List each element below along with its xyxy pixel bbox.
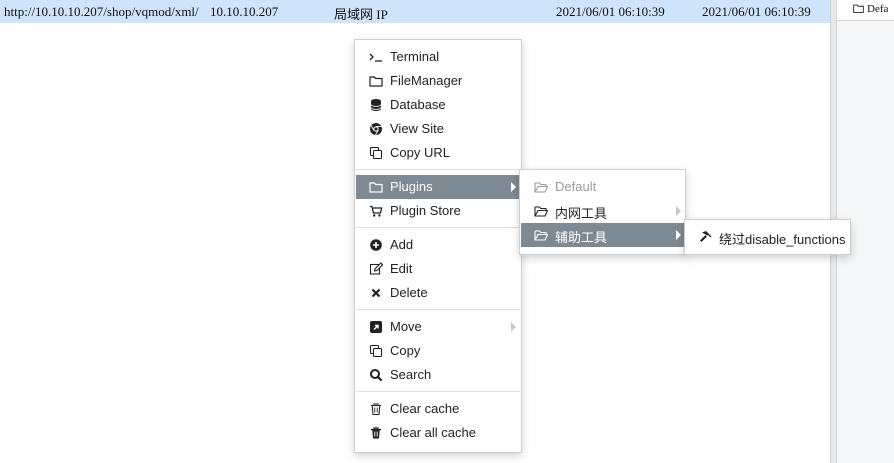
folder-open-icon: [534, 182, 548, 193]
menu-item-edit[interactable]: Edit: [356, 257, 520, 281]
menu-item-add[interactable]: Add: [356, 233, 520, 257]
menu-label: Default: [555, 179, 597, 194]
menu-item-move[interactable]: Move: [356, 315, 520, 339]
folder-icon: [853, 4, 864, 13]
submenu-arrow-icon: [511, 322, 516, 332]
search-icon: [370, 369, 383, 382]
database-icon: [370, 99, 382, 111]
menu-divider: [356, 309, 520, 310]
data-row-selected[interactable]: http://10.10.10.207/shop/vqmod/xml/ 10.1…: [0, 0, 830, 23]
menu-item-copy[interactable]: Copy: [356, 339, 520, 363]
url-cell: http://10.10.10.207/shop/vqmod/xml/: [4, 4, 199, 19]
hammer-icon: [700, 231, 712, 242]
menu-label: 辅助工具: [555, 230, 608, 245]
menu-label: Plugin Store: [390, 203, 461, 218]
menu-label: Copy: [390, 343, 421, 358]
menu-label: Clear all cache: [390, 425, 476, 440]
folder-open-icon: [534, 230, 548, 241]
cart-icon: [370, 205, 383, 217]
menu-label: Edit: [390, 261, 413, 276]
menu-item-search[interactable]: Search: [356, 363, 520, 387]
menu-label: View Site: [390, 121, 444, 136]
location-cell: 局域网 IP: [334, 7, 388, 22]
updated-time-cell: 2021/06/01 06:10:39: [702, 4, 811, 19]
folder-open-icon: [534, 206, 548, 217]
submenu-arrow-icon: [676, 206, 681, 216]
menu-label: 内网工具: [555, 206, 608, 221]
menu-divider: [356, 391, 520, 392]
menu-item-plugin-store[interactable]: Plugin Store: [356, 199, 520, 223]
submenu-item-bypass-disable-functions[interactable]: 绕过disable_functions: [686, 225, 849, 249]
copy-icon: [369, 146, 383, 160]
chrome-icon: [370, 123, 382, 136]
menu-item-plugins[interactable]: Plugins: [356, 175, 520, 199]
submenu-arrow-icon: [511, 182, 516, 192]
menu-divider: [356, 169, 520, 170]
menu-label: Terminal: [390, 49, 440, 64]
aux-tools-submenu: 绕过disable_functions: [684, 219, 851, 255]
folder-icon: [369, 76, 383, 87]
menu-label: Move: [390, 319, 422, 334]
menu-item-delete[interactable]: Delete: [356, 281, 520, 305]
menu-item-view-site[interactable]: View Site: [356, 117, 520, 141]
menu-label: Delete: [390, 285, 428, 300]
edit-icon: [369, 262, 383, 275]
plugins-submenu: Default 内网工具 辅助工具: [519, 169, 686, 255]
menu-item-clear-all-cache[interactable]: Clear all cache: [356, 421, 520, 445]
category-item-default[interactable]: Defa: [837, 0, 894, 21]
menu-label: Add: [390, 237, 414, 252]
folder-icon: [369, 182, 383, 193]
menu-divider: [356, 227, 520, 228]
created-time-cell: 2021/06/01 06:10:39: [556, 4, 665, 19]
trash-icon: [371, 427, 381, 439]
submenu-item-intranet-tools[interactable]: 内网工具: [521, 199, 684, 223]
menu-item-terminal[interactable]: Terminal: [356, 45, 520, 69]
context-menu: Terminal FileManager Database View Site …: [354, 39, 522, 453]
close-icon: [371, 288, 381, 298]
menu-label: Search: [390, 367, 432, 382]
menu-item-copy-url[interactable]: Copy URL: [356, 141, 520, 165]
submenu-arrow-icon: [676, 230, 681, 240]
trash-icon: [371, 403, 381, 416]
menu-label: Plugins: [390, 179, 433, 194]
ip-cell: 10.10.10.207: [210, 4, 279, 19]
plus-circle-icon: [370, 239, 382, 251]
terminal-icon: [369, 53, 382, 62]
category-label: Defa: [867, 3, 889, 15]
menu-label: Database: [390, 97, 446, 112]
move-icon: [370, 321, 382, 333]
menu-label: FileManager: [390, 73, 463, 88]
submenu-item-aux-tools[interactable]: 辅助工具: [521, 223, 684, 247]
copy-icon: [369, 344, 383, 358]
menu-label: 绕过disable_functions: [719, 232, 846, 247]
menu-item-filemanager[interactable]: FileManager: [356, 69, 520, 93]
menu-label: Clear cache: [390, 401, 460, 416]
menu-item-clear-cache[interactable]: Clear cache: [356, 397, 520, 421]
menu-label: Copy URL: [390, 145, 450, 160]
submenu-item-default[interactable]: Default: [521, 175, 684, 199]
menu-item-database[interactable]: Database: [356, 93, 520, 117]
